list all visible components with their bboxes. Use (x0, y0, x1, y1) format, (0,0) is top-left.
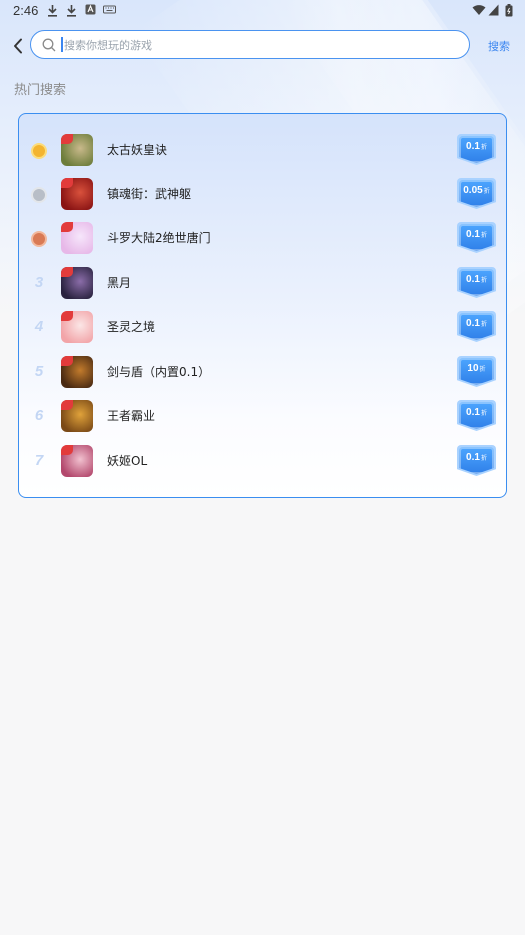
rank-number: 7 (34, 452, 44, 469)
list-item[interactable]: 镇魂街：武神躯 0.05折 (19, 174, 505, 214)
rank-indicator: 4 (29, 316, 49, 338)
discount-tag-icon (61, 178, 73, 188)
game-icon (61, 222, 93, 254)
silver-medal-icon (31, 187, 47, 203)
discount-unit: 折 (480, 233, 487, 239)
discount-unit: 折 (480, 145, 487, 151)
rank-indicator (29, 227, 49, 249)
game-name: 黑月 (107, 276, 132, 290)
search-button[interactable]: 搜索 (488, 38, 510, 54)
list-item[interactable]: 斗罗大陆2绝世唐门 0.1折 (19, 218, 505, 258)
list-item[interactable]: 4 圣灵之境 0.1折 (19, 307, 505, 347)
game-name: 太古妖皇诀 (107, 143, 168, 157)
rank-number: 3 (34, 274, 44, 291)
status-bar: 2:46 (0, 0, 525, 22)
download-icon (47, 4, 58, 21)
discount-unit: 折 (483, 189, 490, 195)
list-item[interactable]: 6 王者霸业 0.1折 (19, 396, 505, 436)
list-item[interactable]: 5 剑与盾（内置0.1） 10折 (19, 352, 505, 392)
discount-value: 0.1 (466, 229, 480, 240)
discount-unit: 折 (480, 278, 487, 284)
game-icon (61, 356, 93, 388)
hot-search-list: 太古妖皇诀 0.1折 镇魂街：武神躯 0.05折 斗罗大陆2绝世唐门 0.1折 3 黑月 0.1… (18, 113, 507, 498)
rank-indicator (29, 183, 49, 205)
game-icon (61, 267, 93, 299)
rank-number: 5 (34, 363, 44, 380)
text-icon (85, 4, 96, 19)
discount-tag-icon (61, 134, 73, 144)
discount-value: 0.1 (466, 141, 480, 152)
discount-tag-icon (61, 267, 73, 277)
search-icon (42, 37, 56, 56)
rank-indicator: 7 (29, 450, 49, 472)
game-name: 斗罗大陆2绝世唐门 (107, 231, 211, 245)
game-icon (61, 311, 93, 343)
search-input[interactable] (62, 34, 456, 56)
list-item[interactable]: 3 黑月 0.1折 (19, 263, 505, 303)
list-item[interactable]: 7 妖姬OL 0.1折 (19, 441, 505, 481)
discount-unit: 折 (479, 367, 486, 373)
wifi-icon (472, 4, 486, 20)
discount-unit: 折 (480, 322, 487, 328)
status-time: 2:46 (13, 3, 39, 18)
bronze-medal-icon (31, 231, 47, 247)
discount-value: 0.1 (466, 407, 480, 418)
rank-indicator: 6 (29, 405, 49, 427)
list-item[interactable]: 太古妖皇诀 0.1折 (19, 130, 505, 170)
search-field[interactable] (30, 30, 470, 59)
discount-value: 0.05 (463, 185, 483, 196)
rank-indicator: 3 (29, 272, 49, 294)
rank-indicator (29, 139, 49, 161)
game-name: 剑与盾（内置0.1） (107, 365, 211, 379)
discount-tag-icon (61, 356, 73, 366)
discount-unit: 折 (480, 456, 487, 462)
hot-search-title: 热门搜索 (14, 83, 67, 98)
discount-unit: 折 (480, 411, 487, 417)
keyboard-icon (103, 4, 116, 19)
discount-value: 0.1 (466, 274, 480, 285)
rank-number: 4 (34, 318, 44, 335)
discount-tag-icon (61, 445, 73, 455)
discount-value: 0.1 (466, 318, 480, 329)
game-name: 王者霸业 (107, 409, 156, 423)
game-name: 妖姬OL (107, 454, 148, 468)
download-icon (66, 4, 77, 21)
back-button[interactable] (10, 36, 28, 56)
rank-number: 6 (34, 407, 44, 424)
rank-indicator: 5 (29, 361, 49, 383)
discount-tag-icon (61, 400, 73, 410)
game-icon (61, 178, 93, 210)
game-icon (61, 445, 93, 477)
game-icon (61, 400, 93, 432)
game-name: 圣灵之境 (107, 320, 156, 334)
game-icon (61, 134, 93, 166)
discount-value: 0.1 (466, 452, 480, 463)
search-bar: 搜索 (0, 28, 525, 64)
discount-tag-icon (61, 311, 73, 321)
game-name: 镇魂街：武神躯 (107, 187, 192, 201)
discount-tag-icon (61, 222, 73, 232)
discount-value: 10 (467, 363, 479, 374)
gold-medal-icon (31, 143, 47, 159)
battery-icon (505, 4, 513, 21)
signal-icon (488, 4, 499, 20)
chevron-left-icon (14, 38, 22, 54)
